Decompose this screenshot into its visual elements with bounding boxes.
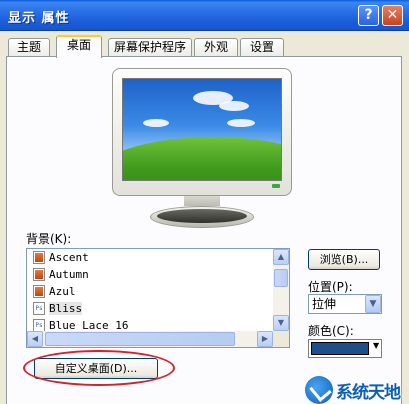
tab-settings[interactable]: 设置	[240, 38, 284, 57]
cloud-icon	[227, 119, 255, 127]
color-label: 颜色(C):	[308, 324, 354, 338]
ps-file-icon: Ps	[33, 319, 45, 331]
monitor-neck	[184, 196, 220, 206]
list-item[interactable]: Azul	[27, 283, 273, 300]
background-list: Ascent Autumn Azul Ps Bliss Ps Blue Lace…	[27, 249, 273, 331]
vertical-scroll-thumb[interactable]	[274, 269, 288, 287]
title-bar: 显示 属性 ? ✕	[0, 0, 409, 31]
monitor-base-shadow	[157, 209, 247, 223]
watermark-text: 系统天地	[336, 383, 401, 403]
browse-button[interactable]: 浏览(B)...	[308, 249, 380, 270]
monitor-bezel	[112, 68, 292, 196]
dropdown-arrow-icon: ▼	[373, 341, 380, 350]
list-item-label: Bliss	[49, 302, 83, 315]
color-picker-button[interactable]: ▼	[308, 339, 382, 358]
scroll-down-icon[interactable]: ▼	[273, 315, 289, 331]
image-file-icon	[33, 285, 45, 298]
close-button[interactable]: ✕	[382, 5, 403, 26]
power-led-icon	[272, 184, 280, 188]
position-select-value: 拉伸	[312, 297, 337, 311]
list-item-label: Ascent	[49, 251, 89, 264]
window-title: 显示 属性	[8, 11, 70, 26]
tab-appearance[interactable]: 外观	[194, 38, 238, 57]
highlight-oval	[23, 350, 175, 386]
list-item[interactable]: Ascent	[27, 249, 273, 266]
background-label: 背景(K):	[26, 232, 72, 246]
tab-screensaver[interactable]: 屏幕保护程序	[108, 38, 192, 57]
list-item[interactable]: Ps Blue Lace 16	[27, 317, 273, 331]
ps-file-icon: Ps	[33, 302, 45, 315]
watermark-logo-icon	[305, 376, 333, 404]
list-item-label: Azul	[49, 285, 76, 298]
list-item-label: Autumn	[49, 268, 89, 281]
scroll-left-icon[interactable]: ◀	[27, 331, 43, 347]
horizontal-scrollbar[interactable]: ◀ ▶	[27, 331, 273, 347]
horizontal-scroll-thumb[interactable]	[45, 332, 235, 346]
position-select[interactable]: 拉伸 ▼	[308, 294, 382, 314]
desktop-preview-monitor	[112, 68, 292, 228]
tab-desktop[interactable]: 桌面	[56, 35, 102, 58]
background-listbox[interactable]: Ascent Autumn Azul Ps Bliss Ps Blue Lace…	[26, 248, 290, 348]
list-item[interactable]: Autumn	[27, 266, 273, 283]
color-swatch	[311, 342, 369, 355]
chevron-down-icon[interactable]: ▼	[365, 295, 381, 313]
help-button[interactable]: ?	[358, 5, 379, 26]
image-file-icon	[33, 268, 45, 281]
preview-hill	[123, 137, 281, 180]
position-label: 位置(P):	[308, 280, 353, 294]
image-file-icon	[33, 251, 45, 264]
scroll-up-icon[interactable]: ▲	[273, 249, 289, 265]
tab-theme[interactable]: 主题	[8, 38, 50, 57]
preview-screen	[122, 78, 282, 181]
scroll-right-icon[interactable]: ▶	[257, 331, 273, 347]
vertical-scrollbar[interactable]: ▲ ▼	[273, 249, 289, 331]
cloud-icon	[219, 101, 249, 111]
list-item-label: Blue Lace 16	[49, 319, 129, 331]
cloud-icon	[143, 119, 169, 127]
scroll-corner	[273, 331, 289, 347]
list-item[interactable]: Ps Bliss	[27, 300, 273, 317]
